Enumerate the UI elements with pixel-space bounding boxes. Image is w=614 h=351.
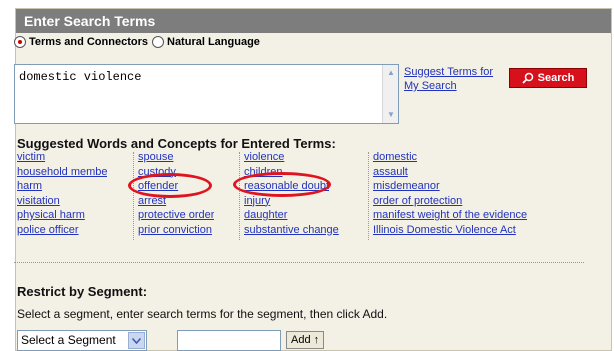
natural-language-option[interactable]: Natural Language (152, 36, 260, 48)
search-mode-options: Terms and Connectors Natural Language (14, 36, 264, 48)
term-link[interactable]: order of protection (373, 194, 527, 209)
search-button-label: Search (537, 72, 575, 84)
term-link[interactable]: victim (17, 150, 107, 165)
term-link[interactable]: protective order (138, 208, 214, 223)
panel-header: Enter Search Terms (16, 9, 611, 33)
term-link[interactable]: misdemeanor (373, 179, 527, 194)
terms-column-4: domestic assault misdemeanor order of pr… (373, 150, 527, 237)
restrict-description: Select a segment, enter search terms for… (17, 307, 388, 321)
term-link[interactable]: domestic (373, 150, 527, 165)
term-link[interactable]: household membe (17, 165, 107, 180)
term-link[interactable]: daughter (244, 208, 339, 223)
children-highlight-circle (233, 172, 331, 197)
term-link[interactable]: police officer (17, 223, 107, 238)
term-link[interactable]: assault (373, 165, 527, 180)
term-link[interactable]: physical harm (17, 208, 107, 223)
restrict-title: Restrict by Segment: (17, 284, 148, 299)
term-link[interactable]: violence (244, 150, 339, 165)
search-scrollbar[interactable]: ▲ ▼ (382, 65, 398, 123)
segment-select[interactable]: Select a Segment (17, 330, 147, 351)
suggested-title: Suggested Words and Concepts for Entered… (17, 136, 336, 151)
chevron-down-icon[interactable] (128, 332, 145, 349)
custody-highlight-circle (128, 173, 212, 198)
arrow-up-icon: ↑ (313, 334, 320, 346)
terms-connectors-option[interactable]: Terms and Connectors (14, 36, 148, 48)
terms-connectors-label: Terms and Connectors (29, 36, 148, 48)
natural-language-label: Natural Language (167, 36, 260, 48)
column-divider (133, 152, 134, 240)
add-button-label: Add (291, 334, 311, 346)
column-divider (239, 152, 240, 240)
suggest-terms-link[interactable]: Suggest Terms for My Search (404, 65, 499, 93)
term-link[interactable]: prior conviction (138, 223, 214, 238)
segment-select-value: Select a Segment (21, 333, 116, 347)
section-divider (14, 262, 584, 263)
add-button[interactable]: Add ↑ (286, 331, 324, 349)
terms-column-1: victim household membe harm visitation p… (17, 150, 107, 237)
search-icon (522, 72, 533, 84)
segment-terms-input[interactable] (177, 330, 281, 351)
search-terms-input[interactable]: domestic violence ▲ ▼ (14, 64, 399, 124)
term-link[interactable]: spouse (138, 150, 214, 165)
column-divider (368, 152, 369, 240)
terms-connectors-radio[interactable] (14, 36, 26, 48)
term-link[interactable]: visitation (17, 194, 107, 209)
term-link[interactable]: substantive change (244, 223, 339, 238)
term-link[interactable]: manifest weight of the evidence (373, 208, 527, 223)
scroll-down-icon[interactable]: ▼ (385, 109, 397, 121)
search-terms-value: domestic violence (19, 70, 142, 84)
search-button[interactable]: Search (509, 68, 587, 88)
term-link[interactable]: harm (17, 179, 107, 194)
natural-language-radio[interactable] (152, 36, 164, 48)
scroll-up-icon[interactable]: ▲ (385, 67, 397, 79)
term-link[interactable]: Illinois Domestic Violence Act (373, 223, 527, 238)
